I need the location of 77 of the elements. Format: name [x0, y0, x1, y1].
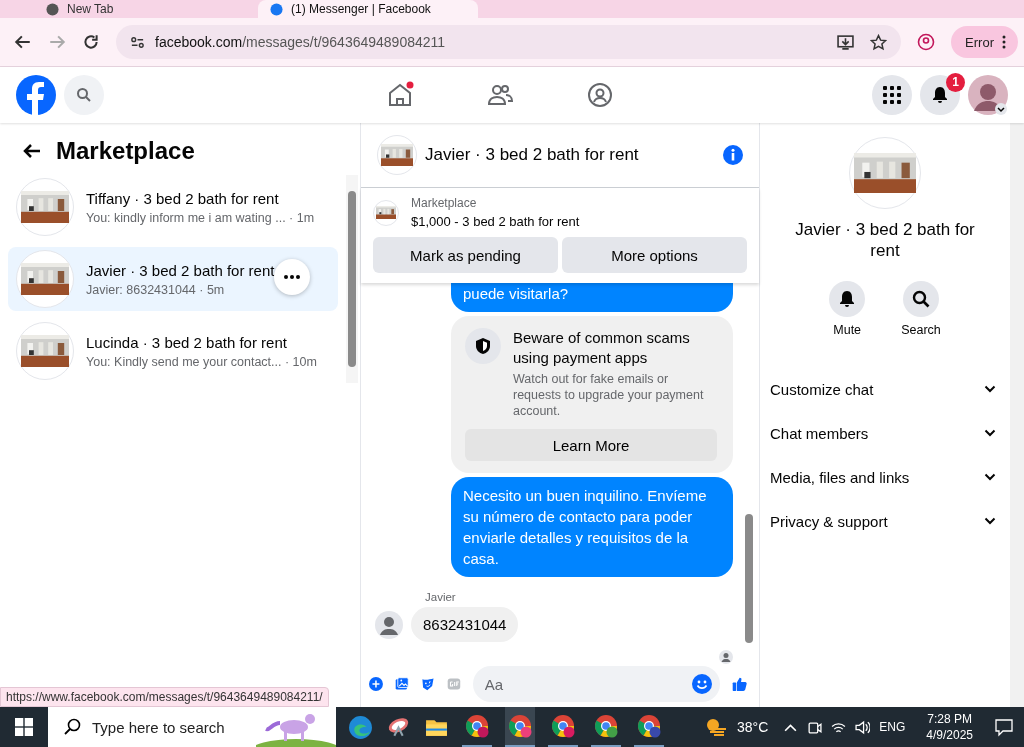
received-message: 8632431044 — [411, 607, 519, 642]
search-button[interactable] — [903, 281, 939, 317]
grid-icon — [883, 86, 901, 104]
section-header[interactable]: Privacy & support — [768, 499, 1002, 543]
more-button[interactable] — [274, 259, 310, 295]
clock-date[interactable]: 4/9/2025 — [926, 727, 973, 743]
action-label: Mute — [833, 323, 862, 337]
section-header[interactable]: Customize chat — [768, 367, 1002, 411]
learn-more-button[interactable]: Learn More — [465, 429, 717, 461]
tab-favicon-icon — [46, 2, 59, 16]
conversation-item[interactable]: Lucinda · 3 bed 2 bath for rent You: Kindly send me your contact... · 10m — [8, 319, 338, 383]
section-header[interactable]: Media, files and links — [768, 455, 1002, 499]
bell-icon — [838, 290, 857, 308]
browser-icon[interactable] — [505, 707, 535, 747]
status-url: https://www.facebook.com/messages/t/9643649489084211/ — [0, 687, 329, 707]
clock-time[interactable]: 7:28 PM — [927, 711, 972, 727]
browser-tab[interactable]: New Tab — [34, 0, 254, 18]
listing-label: Marketplace — [411, 196, 478, 210]
reload-icon[interactable] — [82, 33, 100, 51]
menu-button[interactable] — [872, 75, 912, 115]
info-icon[interactable] — [723, 145, 743, 165]
sent-message: Necesito un buen inquilino. Envíeme su número de contacto para poder enviarle detalles y requisitos de la casa. — [451, 477, 733, 577]
chat-title: Javier · 3 bed 2 bath for rent — [425, 145, 640, 165]
install-icon[interactable] — [837, 33, 855, 51]
chevron-down-icon — [984, 473, 996, 481]
page-title: Marketplace — [56, 137, 195, 165]
listing-button[interactable]: Mark as pending — [373, 237, 558, 273]
mute-button[interactable] — [829, 281, 866, 317]
scrollbar[interactable] — [1010, 123, 1024, 707]
more-icon — [284, 275, 300, 279]
site-settings-icon — [130, 34, 145, 50]
profile-error-button[interactable]: Error — [951, 26, 1018, 58]
listing-title: $1,000 - 3 bed 2 bath for rent — [411, 214, 580, 229]
search-icon — [76, 87, 92, 103]
notification-badge: 1 — [946, 73, 965, 92]
user-avatar-icon — [375, 610, 403, 639]
conversation-item[interactable]: Javier · 3 bed 2 bath for rent Javier: 8632431044 · 5m — [8, 247, 338, 311]
conversation-item[interactable]: Tiffany · 3 bed 2 bath for rent You: kindly inform me i am wating ... · 1m — [8, 175, 338, 239]
profile-icon[interactable] — [917, 33, 936, 51]
seen-avatar-icon — [719, 650, 733, 664]
facebook-logo[interactable] — [16, 75, 56, 115]
plus-icon[interactable] — [369, 674, 383, 694]
home-icon[interactable] — [386, 81, 414, 109]
temperature[interactable]: 38°C — [737, 719, 769, 735]
more-icon — [1002, 35, 1006, 49]
section-header[interactable]: Chat members — [768, 411, 1002, 455]
browser-tab[interactable]: (1) Messenger | Facebook — [258, 0, 478, 18]
warning-title: Beware of common scams using payment apps — [513, 328, 691, 368]
shield-icon — [465, 328, 501, 364]
volume-icon[interactable] — [855, 719, 871, 735]
back-icon[interactable] — [14, 33, 32, 51]
language-indicator[interactable]: ENG — [879, 720, 906, 734]
sent-message: puede visitarla? — [451, 283, 733, 312]
listing-button[interactable]: More options — [562, 237, 747, 273]
notifications-button[interactable] — [920, 75, 960, 115]
action-label: Search — [901, 323, 941, 337]
sender-name: Javier — [425, 591, 457, 603]
scrollbar[interactable] — [346, 175, 358, 383]
search-icon — [64, 718, 82, 736]
tab-favicon-icon — [270, 2, 283, 16]
star-icon[interactable] — [870, 33, 888, 51]
taskbar-search-field[interactable]: Type here to search — [48, 707, 336, 747]
start-icon[interactable] — [15, 718, 33, 736]
bell-icon — [931, 86, 949, 104]
search-icon — [912, 290, 930, 308]
conversation-title: Javier · 3 bed 2 bath for rent — [794, 219, 976, 261]
chevron-down-icon — [984, 429, 996, 437]
message-field[interactable]: Aa — [472, 666, 720, 702]
emoji-icon[interactable] — [691, 674, 712, 694]
chevron-down-icon — [984, 517, 996, 525]
groups-icon[interactable] — [586, 81, 614, 109]
notification-center-icon[interactable] — [994, 717, 1014, 737]
edge-icon[interactable] — [348, 714, 373, 740]
address-field[interactable]: facebook.com/messages/t/9643649489084211 — [116, 25, 902, 59]
avatar[interactable] — [968, 75, 1008, 115]
chevron-down-icon — [984, 385, 996, 393]
warning-text: Watch out for fake emails or requests to upgrade your payment account. — [513, 371, 705, 419]
